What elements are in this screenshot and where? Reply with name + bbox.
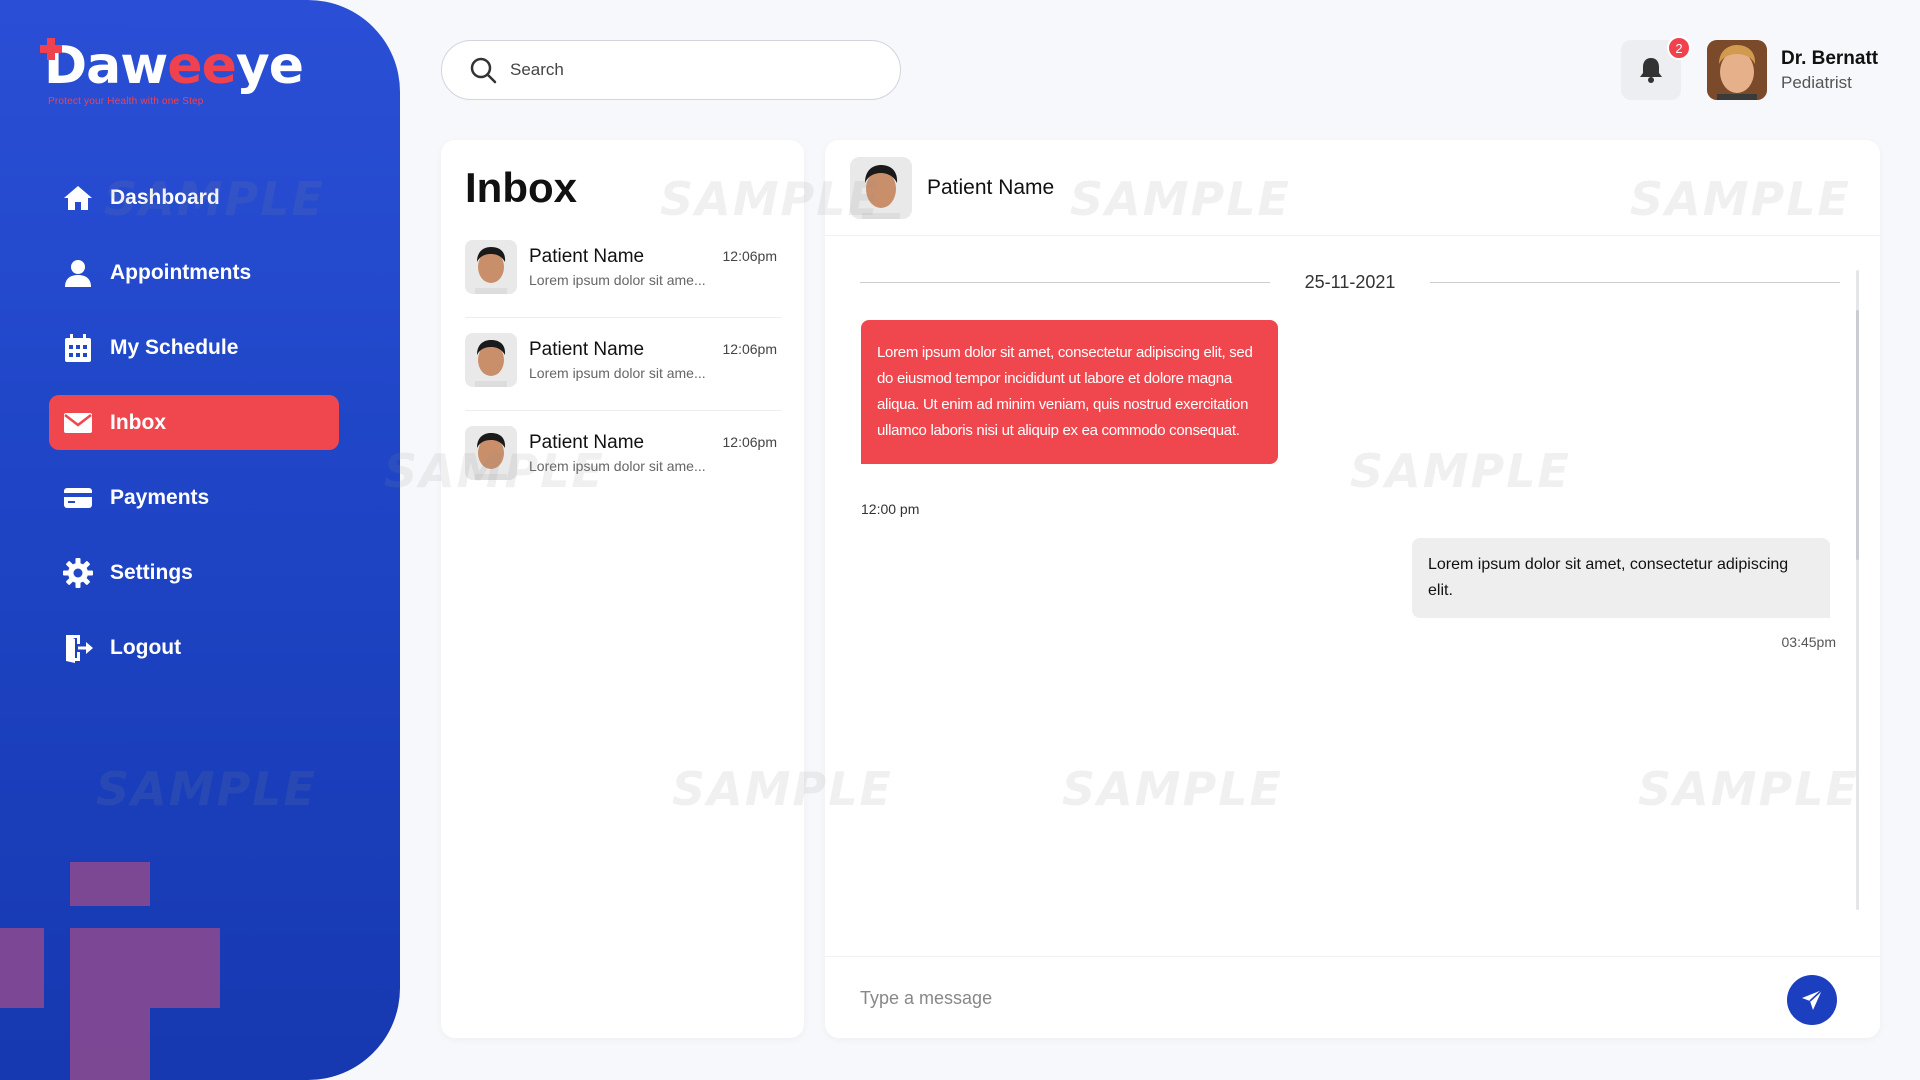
- sidebar-item-payments[interactable]: Payments: [49, 470, 339, 525]
- calendar-icon: [61, 331, 95, 365]
- conversation-time: 12:06pm: [722, 341, 777, 357]
- sidebar-item-inbox[interactable]: Inbox: [49, 395, 339, 450]
- sidebar-item-label: Appointments: [110, 260, 252, 284]
- conversation-time: 12:06pm: [722, 248, 777, 264]
- sidebar-item-dashboard[interactable]: Dashboard: [49, 170, 339, 225]
- home-icon: [61, 181, 95, 215]
- scrollbar-thumb[interactable]: [1856, 310, 1859, 560]
- conversation-name: Patient Name: [529, 432, 645, 453]
- sidebar-item-label: Settings: [110, 560, 193, 584]
- search-bar[interactable]: [441, 40, 901, 100]
- search-icon: [470, 57, 497, 84]
- patient-avatar: [465, 426, 517, 480]
- profile-avatar[interactable]: [1707, 40, 1767, 100]
- sidebar-item-label: My Schedule: [110, 335, 239, 359]
- conversation-item[interactable]: Patient Name 12:06pm Lorem ipsum dolor s…: [465, 426, 781, 504]
- decorative-block: [0, 928, 44, 1008]
- sidebar-item-logout[interactable]: Logout: [49, 620, 339, 675]
- medical-cross-icon: [40, 38, 62, 60]
- chat-panel: Patient Name 25-11-2021 Lorem ipsum dolo…: [825, 140, 1880, 1038]
- decorative-block: [70, 862, 150, 906]
- conversation-time: 12:06pm: [722, 434, 777, 450]
- inbox-panel: Inbox Patient Name 12:06pm Lorem ipsum d…: [441, 140, 804, 1038]
- decorative-block: [70, 1008, 150, 1080]
- message-input[interactable]: [860, 983, 1740, 1013]
- logo-wordmark: Daweeye: [44, 36, 304, 96]
- conversation-item[interactable]: Patient Name 12:06pm Lorem ipsum dolor s…: [465, 333, 781, 411]
- conversation-preview: Lorem ipsum dolor sit ame...: [529, 458, 706, 474]
- notification-badge: 2: [1667, 36, 1691, 60]
- divider: [1430, 282, 1840, 283]
- chat-scrollbar[interactable]: [1856, 270, 1859, 910]
- conversation-preview: Lorem ipsum dolor sit ame...: [529, 272, 706, 288]
- sidebar-item-label: Payments: [110, 485, 210, 509]
- send-button[interactable]: [1787, 975, 1837, 1025]
- conversation-preview: Lorem ipsum dolor sit ame...: [529, 365, 706, 381]
- sidebar-item-label: Dashboard: [110, 185, 220, 209]
- gear-icon: [61, 556, 95, 590]
- sidebar-item-appointments[interactable]: Appointments: [49, 245, 339, 300]
- conversation-item[interactable]: Patient Name 12:06pm Lorem ipsum dolor s…: [465, 240, 781, 318]
- conversation-name: Patient Name: [529, 339, 645, 360]
- sidebar-nav: Dashboard Appointments My Schedule Inbox…: [49, 170, 339, 695]
- incoming-message: Lorem ipsum dolor sit amet, consectetur …: [861, 320, 1278, 464]
- logout-icon: [61, 631, 95, 665]
- sidebar-item-label: Logout: [110, 635, 182, 659]
- bell-icon: [1640, 58, 1662, 83]
- patient-avatar: [465, 240, 517, 294]
- profile-role: Pediatrist: [1781, 73, 1852, 92]
- send-icon: [1802, 989, 1823, 1010]
- chat-patient-name: Patient Name: [927, 176, 1055, 199]
- message-time: 12:00 pm: [861, 501, 920, 517]
- profile-name: Dr. Bernatt: [1781, 48, 1879, 69]
- outgoing-message: Lorem ipsum dolor sit amet, consectetur …: [1412, 538, 1830, 618]
- doctor-avatar-image: [1707, 40, 1767, 100]
- conversation-name: Patient Name: [529, 246, 645, 267]
- decorative-block: [70, 928, 220, 1008]
- patient-avatar: [465, 333, 517, 387]
- search-input[interactable]: [510, 60, 870, 80]
- patient-avatar[interactable]: [850, 157, 912, 219]
- logo-tagline: Protect your Health with one Step: [48, 96, 204, 107]
- message-time: 03:45pm: [1781, 634, 1836, 650]
- card-icon: [61, 481, 95, 515]
- inbox-title: Inbox: [465, 164, 577, 211]
- date-separator: 25-11-2021: [860, 270, 1840, 294]
- sidebar-item-label: Inbox: [110, 410, 166, 434]
- app-logo[interactable]: Daweeye Protect your Health with one Ste…: [40, 36, 304, 107]
- mail-icon: [61, 406, 95, 440]
- sidebar-item-settings[interactable]: Settings: [49, 545, 339, 600]
- user-icon: [61, 256, 95, 290]
- notifications-button[interactable]: 2: [1621, 36, 1691, 100]
- message-composer: [825, 956, 1880, 1038]
- sidebar-item-my-schedule[interactable]: My Schedule: [49, 320, 339, 375]
- sidebar: Daweeye Protect your Health with one Ste…: [0, 0, 400, 1080]
- chat-header: Patient Name: [825, 140, 1880, 236]
